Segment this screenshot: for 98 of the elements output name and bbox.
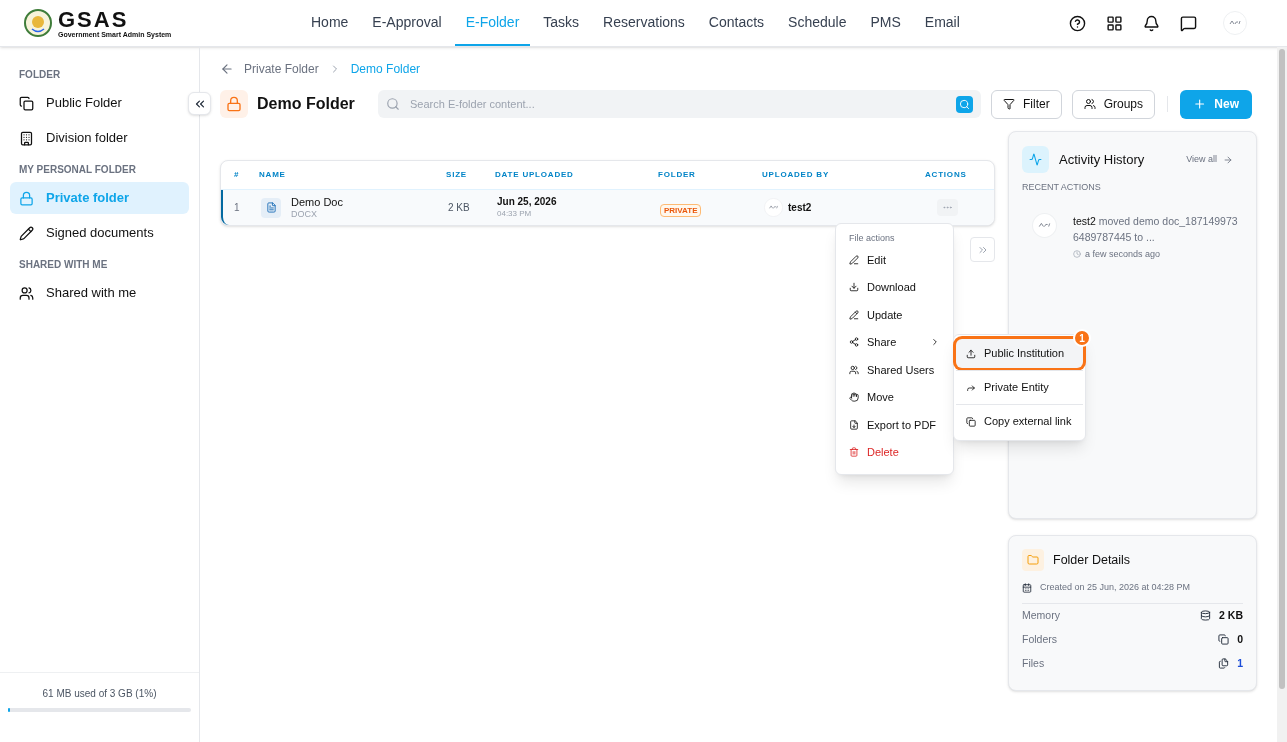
stat-label: Files	[1022, 655, 1045, 671]
pulse-icon	[1029, 153, 1042, 166]
section-title: SHARED WITH ME	[18, 258, 109, 272]
edit-icon	[849, 254, 859, 265]
nav-tab[interactable]: Schedule	[777, 0, 858, 46]
stat-value: 0	[1237, 631, 1243, 647]
avatar-icon	[1223, 11, 1247, 35]
stat-label: Memory	[1022, 607, 1060, 623]
filter-button[interactable]: Filter	[991, 89, 1062, 119]
file-type: DOCX	[291, 207, 318, 220]
uploader-name: test2	[788, 201, 812, 215]
created-date: Created on 25 Jun, 2026 at 04:28 PM	[1040, 581, 1191, 595]
page-title: Demo Folder	[257, 94, 356, 114]
move-icon	[849, 392, 859, 403]
column-header: DATE UPLOADED	[495, 169, 575, 181]
upload-date: Jun 25, 2026	[497, 195, 558, 208]
upload-icon	[966, 348, 976, 359]
notifications-icon[interactable]	[1143, 14, 1160, 32]
avatar-icon	[764, 198, 783, 217]
column-header: FOLDER	[658, 169, 697, 181]
nav-tab[interactable]: E-Approval	[361, 0, 453, 46]
menu-title: File actions	[848, 232, 896, 245]
groups-icon	[1083, 98, 1096, 110]
sidebar-item[interactable]: Signed documents	[10, 217, 189, 249]
clock-icon	[1073, 250, 1081, 259]
column-header: NAME	[259, 169, 287, 181]
folders-icon	[1218, 634, 1230, 646]
logo-title: GSAS	[58, 8, 130, 31]
users-icon	[849, 364, 859, 375]
help-icon[interactable]	[1069, 14, 1086, 32]
submenu-item[interactable]: Copy external link	[956, 407, 1083, 436]
folder-tag: PRIVATE	[660, 203, 702, 217]
forward-icon	[966, 382, 976, 393]
menu-item[interactable]: Update	[840, 301, 949, 329]
activity-time: a few seconds ago	[1085, 247, 1161, 261]
calendar-icon	[1022, 582, 1032, 593]
menu-item[interactable]: Shared Users	[840, 356, 949, 384]
menu-item[interactable]: Move	[840, 383, 949, 411]
section-title: MY PERSONAL FOLDER	[18, 163, 137, 177]
column-header: #	[233, 169, 241, 181]
menu-item[interactable]: Delete	[840, 438, 949, 466]
pdf-icon	[849, 419, 859, 430]
back-icon[interactable]	[220, 62, 234, 76]
sidebar-item[interactable]: Public Folder	[10, 87, 189, 119]
card-title: Folder Details	[1053, 551, 1131, 569]
delete-icon	[849, 447, 859, 458]
collapse-button[interactable]	[188, 92, 211, 115]
apps-icon[interactable]	[1106, 14, 1123, 32]
storage-text: 61 MB used of 3 GB (1%)	[42, 687, 157, 701]
column-header: UPLOADED BY	[762, 169, 831, 181]
menu-item[interactable]: Download	[840, 273, 949, 301]
nav-tab[interactable]: Reservations	[592, 0, 696, 46]
nav-tab[interactable]: Contacts	[697, 0, 776, 46]
messages-icon[interactable]	[1180, 14, 1197, 32]
submenu-icon	[930, 337, 940, 348]
section-title: FOLDER	[18, 68, 62, 82]
row-number: 1	[233, 201, 241, 215]
nav-tab[interactable]: Email	[913, 0, 971, 46]
search-icon	[386, 97, 400, 111]
nav-tab[interactable]: Home	[300, 0, 360, 46]
view-all-link[interactable]: View all	[1186, 152, 1233, 167]
sidebar-item[interactable]: Shared with me	[10, 277, 189, 309]
groups-button[interactable]: Groups	[1071, 89, 1156, 119]
avatar-icon	[1032, 212, 1057, 238]
memory-icon	[1200, 610, 1212, 622]
filter-icon	[1003, 98, 1015, 110]
share-icon	[849, 337, 859, 348]
activity-text: test2 moved demo doc_1871499736489787445 to ...	[1073, 213, 1238, 245]
nav-tab[interactable]: Tasks	[532, 0, 591, 46]
lock-icon	[226, 96, 242, 112]
files-icon	[1218, 658, 1230, 670]
download-icon	[849, 282, 859, 293]
column-header: SIZE	[446, 169, 468, 181]
arrow-icon	[1223, 154, 1233, 165]
table-row[interactable]: 1 Demo Doc DOCX 2 KB Jun 25, 2026 04:33 PM PRIVATE test2	[221, 190, 994, 225]
submenu-item[interactable]: Private Entity	[956, 373, 1083, 402]
breadcrumb-link[interactable]: Private Folder	[244, 60, 319, 78]
search-input[interactable]: Search E-folder content...	[410, 95, 946, 113]
menu-item[interactable]: Export to PDF	[840, 411, 949, 439]
menu-item[interactable]: Edit	[840, 246, 949, 274]
section-title: RECENT ACTIONS	[1022, 181, 1102, 194]
column-header: ACTIONS	[925, 169, 968, 181]
menu-item[interactable]: Share	[840, 328, 949, 356]
update-icon	[849, 309, 859, 320]
stat-label: Folders	[1022, 631, 1057, 647]
search-field[interactable]: Search E-folder content...	[378, 90, 981, 118]
copy-icon	[966, 416, 976, 427]
file-name: Demo Doc	[291, 195, 343, 208]
table-cell-text: 2 KB	[448, 201, 471, 215]
stat-value: 2 KB	[1219, 607, 1243, 623]
emblem-icon	[24, 9, 52, 37]
nav-tab[interactable]: PMS	[859, 0, 912, 46]
card-title: Activity History	[1059, 150, 1145, 169]
document-icon	[265, 202, 277, 213]
stat-value: 1	[1237, 655, 1243, 671]
search-icon	[959, 98, 970, 110]
upload-time: 04:33 PM	[497, 207, 533, 220]
sidebar-item[interactable]: Division folder	[10, 122, 189, 154]
